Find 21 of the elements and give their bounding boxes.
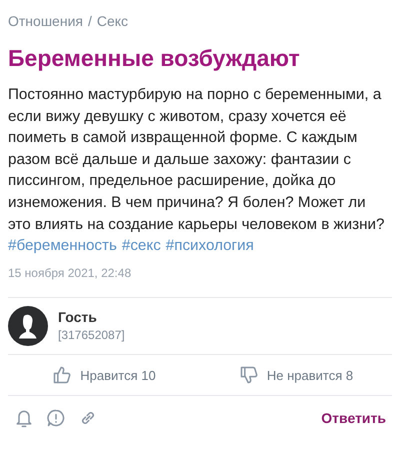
bell-icon <box>14 408 34 428</box>
hashtag-link[interactable]: #секс <box>122 235 161 258</box>
exclamation-icon <box>46 408 66 428</box>
breadcrumb-separator: / <box>88 12 92 30</box>
thumbs-down-icon <box>238 365 259 386</box>
thumbs-up-icon <box>52 365 72 386</box>
report-button[interactable] <box>46 408 66 428</box>
hashtag-link[interactable]: #беременность <box>8 235 117 258</box>
question-text: Постоянно мастурбирую на порно с беременными, а если вижу девушку с животом, сразу хочется её поиметь в самой извращенной форме. С каждым разом всё дальше и дальше захожу: фантазии с писсингом, предельное расширение, дойка до изнеможения. В чем причина? Я болен? Может ли это влиять на создание карьеры человеком в жизни? <box>8 85 386 235</box>
reply-button[interactable]: Ответить <box>321 410 386 426</box>
author-name: Гость <box>58 308 98 326</box>
dislike-button[interactable]: Не нравится 8 <box>200 363 392 388</box>
like-button[interactable]: Нравится 10 <box>8 363 200 388</box>
avatar-icon <box>8 306 48 346</box>
breadcrumb-link[interactable]: Отношения <box>8 12 83 30</box>
author-id: [317652087] <box>58 327 125 344</box>
bell-button[interactable] <box>14 408 34 428</box>
breadcrumb-link[interactable]: Секс <box>96 12 128 30</box>
post-date: 15 ноября 2021, 22:48 <box>8 265 132 282</box>
question-title: Беременные возбуждают <box>8 44 301 72</box>
hashtag-link[interactable]: #психология <box>166 235 254 258</box>
